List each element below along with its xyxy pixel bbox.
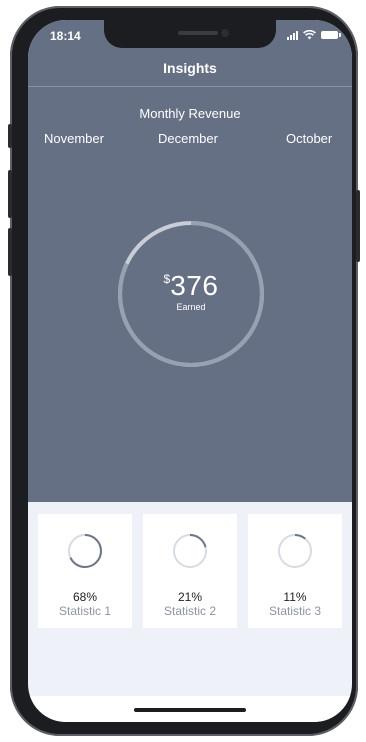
month-tab-current[interactable]: December [158, 131, 218, 146]
stat-percent: 68% [72, 590, 98, 604]
wifi-icon [303, 30, 316, 40]
battery-icon [321, 31, 341, 39]
revenue-caption: Earned [176, 302, 206, 312]
mute-switch [8, 124, 12, 148]
statistics-section: 68% Statistic 1 21% Statistic 2 11% Stat… [28, 502, 352, 722]
revenue-amount: $376 [117, 270, 265, 302]
revenue-value: 376 [170, 270, 219, 301]
status-icons [287, 30, 341, 40]
section-label: Monthly Revenue [139, 106, 241, 121]
front-camera [221, 29, 229, 37]
stat-label: Statistic 1 [58, 604, 112, 618]
month-tab-next[interactable]: October [286, 131, 332, 146]
home-indicator[interactable] [134, 708, 246, 712]
stat-percent: 11% [283, 590, 307, 604]
stat-label: Statistic 2 [163, 604, 217, 618]
currency-symbol: $ [163, 272, 171, 286]
speaker-grille [178, 31, 218, 35]
stat-card-2[interactable]: 21% Statistic 2 [143, 514, 237, 628]
revenue-panel: 18:14 Insights Monthly Revenue November … [28, 20, 352, 502]
month-tab-prev[interactable]: November [44, 131, 104, 146]
volume-up-button [8, 170, 12, 218]
stat-percent: 21% [177, 590, 203, 604]
power-button [356, 190, 360, 262]
stat-progress-ring [68, 534, 102, 568]
stat-progress-ring [173, 534, 207, 568]
signal-icon [287, 30, 298, 40]
stat-card-1[interactable]: 68% Statistic 1 [38, 514, 132, 628]
stat-label: Statistic 3 [268, 604, 322, 618]
header-divider [28, 86, 352, 87]
stat-card-3[interactable]: 11% Statistic 3 [248, 514, 342, 628]
revenue-ring: $376 Earned [117, 220, 265, 368]
stat-progress-ring [278, 534, 312, 568]
stat-ring-track [278, 534, 312, 568]
device-frame: 18:14 Insights Monthly Revenue November … [0, 0, 366, 742]
volume-down-button [8, 228, 12, 276]
page-title: Insights [163, 60, 217, 76]
status-time: 18:14 [50, 29, 81, 43]
screen: 18:14 Insights Monthly Revenue November … [28, 20, 352, 722]
